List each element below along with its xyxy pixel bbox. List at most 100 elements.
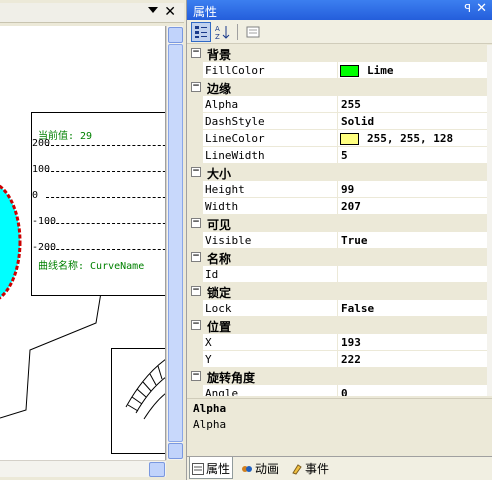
grid-line (46, 171, 165, 172)
close-icon[interactable]: ✕ (476, 1, 487, 16)
svg-text:Z: Z (215, 33, 220, 40)
curve-name-label: 曲线名称: CurveName (38, 261, 145, 272)
tab-animation[interactable]: 动画 (239, 457, 281, 479)
collapse-icon[interactable]: − (191, 286, 201, 296)
design-canvas[interactable]: 当前值: 29 200 100 0 -100 -200 曲线名称: CurveN… (0, 26, 166, 460)
collapse-icon[interactable]: − (191, 48, 201, 58)
gauge-drawing (125, 359, 165, 420)
column-divider (337, 181, 338, 198)
property-row[interactable]: Width 207 (187, 198, 487, 215)
property-row[interactable]: DashStyle Solid (187, 113, 487, 130)
scroll-up-icon[interactable] (168, 27, 183, 43)
category-row[interactable]: − 旋转角度 (187, 368, 487, 385)
collapse-icon[interactable]: − (191, 320, 201, 330)
property-row[interactable]: X 193 (187, 334, 487, 351)
collapse-icon[interactable]: − (191, 252, 201, 262)
vertical-scrollbar[interactable] (166, 26, 183, 460)
color-swatch (340, 65, 359, 77)
property-row[interactable]: Visible True (187, 232, 487, 249)
tab-events[interactable]: 事件 (289, 457, 331, 479)
panel-title: 属性 (193, 5, 218, 19)
curve-widget[interactable]: 当前值: 29 200 100 0 -100 -200 曲线名称: CurveN… (31, 112, 165, 296)
property-value[interactable]: 255 (341, 98, 361, 111)
property-row[interactable]: Alpha 255 (187, 96, 487, 113)
tab-label: 属性 (206, 462, 231, 476)
column-divider (337, 266, 338, 283)
row-gutter (187, 198, 203, 215)
row-gutter (187, 351, 203, 368)
scroll-thumb[interactable] (168, 44, 183, 442)
column-divider (337, 113, 338, 130)
property-value[interactable]: True (341, 234, 368, 247)
scroll-down-icon[interactable] (168, 443, 183, 459)
category-row[interactable]: − 背景 (187, 45, 487, 62)
category-label: 边缘 (207, 82, 232, 96)
property-value[interactable]: 0 (341, 387, 348, 396)
property-row[interactable]: LineColor 255, 255, 128 (187, 130, 487, 147)
row-gutter (187, 385, 203, 396)
axis-tick-label: -100 (32, 216, 57, 227)
collapse-icon[interactable]: − (191, 371, 201, 381)
property-value[interactable]: 193 (341, 336, 361, 349)
row-gutter (187, 181, 203, 198)
property-row[interactable]: Y 222 (187, 351, 487, 368)
category-row[interactable]: − 名称 (187, 249, 487, 266)
category-label: 旋转角度 (207, 371, 256, 385)
property-row[interactable]: Angle 0 (187, 385, 487, 396)
row-gutter (187, 232, 203, 249)
property-row[interactable]: Id (187, 266, 487, 283)
svg-text:A: A (215, 25, 220, 33)
property-grid: − 背景 FillColor Lime − 边缘 Alpha 255 DashStyle Soli… (187, 45, 487, 396)
collapse-icon[interactable]: − (191, 167, 201, 177)
axis-tick-label: -200 (32, 242, 57, 253)
property-row[interactable]: Lock False (187, 300, 487, 317)
property-name: DashStyle (205, 115, 265, 128)
properties-icon (192, 463, 204, 475)
column-divider (337, 198, 338, 215)
property-row[interactable]: LineWidth 5 (187, 147, 487, 164)
property-value[interactable]: False (341, 302, 374, 315)
dropdown-arrow-icon[interactable] (148, 7, 158, 13)
row-gutter (187, 266, 203, 283)
category-label: 可见 (207, 218, 232, 232)
column-divider (337, 130, 338, 147)
ellipse-shape[interactable] (0, 182, 22, 302)
alphabetical-icon[interactable]: A Z (213, 22, 233, 42)
category-row[interactable]: − 大小 (187, 164, 487, 181)
property-value[interactable]: 99 (341, 183, 354, 196)
category-row[interactable]: − 可见 (187, 215, 487, 232)
close-icon[interactable]: ✕ (164, 4, 176, 20)
property-value[interactable]: Lime (367, 64, 394, 77)
axis-tick-label: 0 (32, 190, 39, 201)
properties-pane: 属性 ꟼ ✕ A Z − 背景 FillColor Lime − 边缘 Alph… (186, 0, 492, 480)
category-row[interactable]: − 边缘 (187, 79, 487, 96)
column-divider (337, 232, 338, 249)
property-pages-icon[interactable] (243, 22, 263, 42)
row-gutter (187, 130, 203, 147)
grid-line (46, 223, 165, 224)
scroll-right-icon[interactable] (149, 462, 165, 477)
property-row[interactable]: FillColor Lime (187, 62, 487, 79)
gauge-widget[interactable] (111, 348, 165, 454)
tab-properties[interactable]: 属性 (189, 457, 234, 479)
collapse-icon[interactable]: − (191, 218, 201, 228)
property-row[interactable]: Height 99 (187, 181, 487, 198)
horizontal-scrollbar[interactable] (0, 460, 166, 477)
property-value[interactable]: Solid (341, 115, 374, 128)
axis-tick-label: 200 (32, 138, 51, 149)
column-divider (337, 385, 338, 396)
category-row[interactable]: − 锁定 (187, 283, 487, 300)
property-value[interactable]: 255, 255, 128 (367, 132, 453, 145)
category-row[interactable]: − 位置 (187, 317, 487, 334)
canvas-pane: ✕ 当前值: 29 200 100 0 -100 -200 曲线名称: Curv… (0, 0, 184, 480)
collapse-icon[interactable]: − (191, 82, 201, 92)
categorized-icon[interactable] (191, 22, 211, 42)
property-value[interactable]: 222 (341, 353, 361, 366)
property-name: Lock (205, 302, 232, 315)
pin-icon[interactable]: ꟼ (464, 2, 471, 15)
description-panel: Alpha Alpha (187, 398, 492, 456)
property-grid-scrollbar[interactable] (487, 45, 492, 396)
property-value[interactable]: 5 (341, 149, 348, 162)
property-value[interactable]: 207 (341, 200, 361, 213)
property-name: Id (205, 268, 219, 281)
